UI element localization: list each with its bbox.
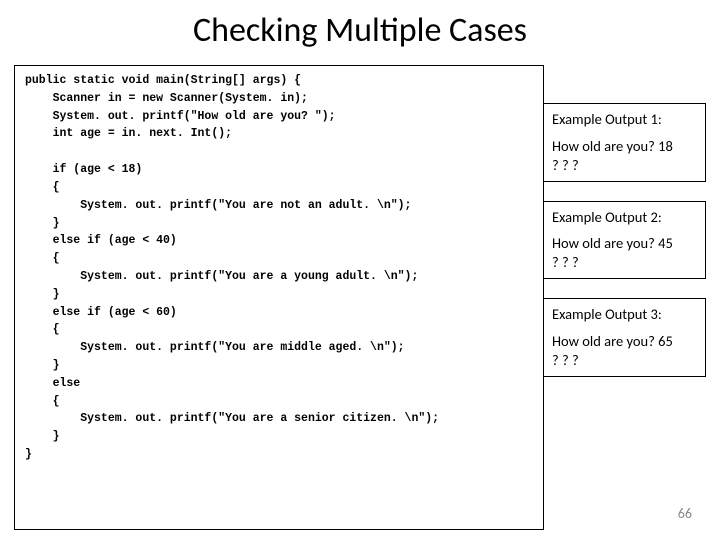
example-label: Example Output 3: (552, 305, 697, 324)
slide-title: Checking Multiple Cases (0, 0, 720, 65)
content-row: public static void main(String[] args) {… (0, 65, 720, 530)
spacer (543, 65, 706, 103)
spacer (543, 278, 706, 298)
example-body: How old are you? 65 ? ? ? (552, 332, 697, 370)
examples-column: Example Output 1: How old are you? 18 ? … (543, 65, 706, 530)
example-box-2: Example Output 2: How old are you? 45 ? … (543, 201, 706, 280)
example-box-1: Example Output 1: How old are you? 18 ? … (543, 103, 706, 182)
example-body: How old are you? 18 ? ? ? (552, 137, 697, 175)
example-label: Example Output 2: (552, 208, 697, 227)
page-number: 66 (678, 505, 692, 522)
example-body: How old are you? 45 ? ? ? (552, 234, 697, 272)
spacer (543, 181, 706, 201)
example-box-3: Example Output 3: How old are you? 65 ? … (543, 298, 706, 377)
code-block: public static void main(String[] args) {… (14, 65, 544, 530)
example-label: Example Output 1: (552, 110, 697, 129)
